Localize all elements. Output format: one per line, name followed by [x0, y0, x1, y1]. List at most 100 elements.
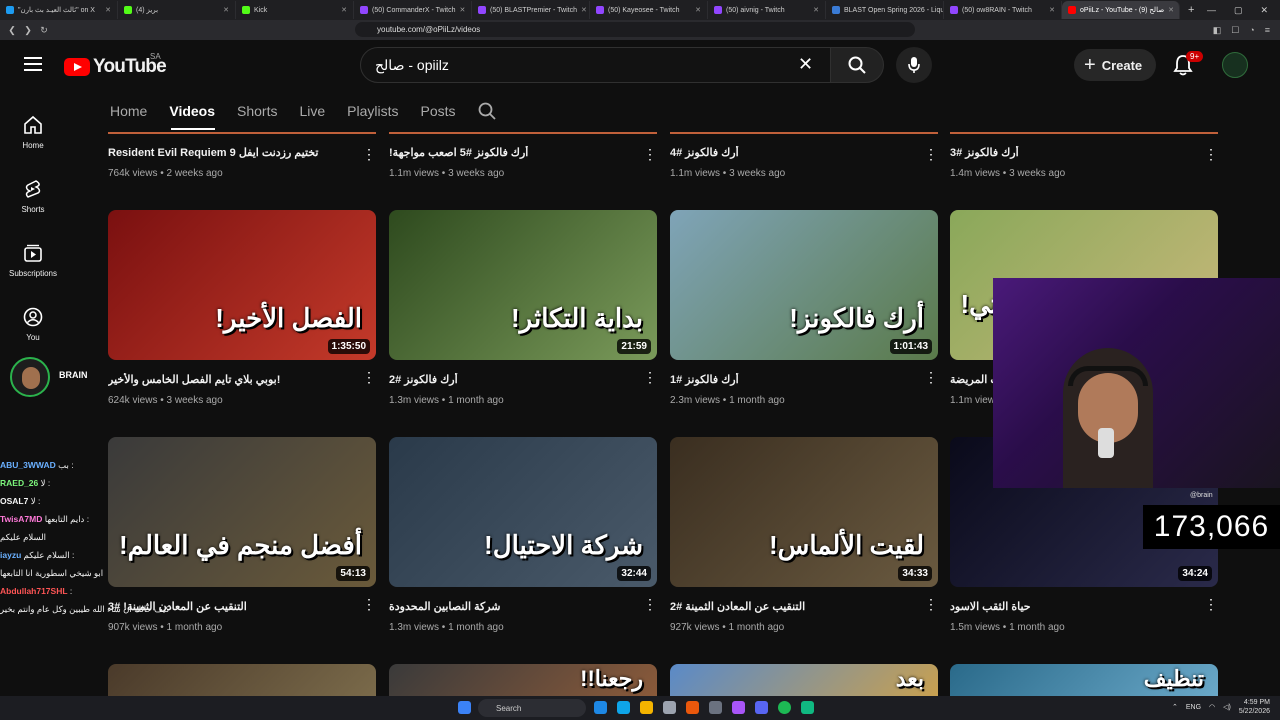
sidebar-item-shorts[interactable]: Shorts	[0, 164, 66, 228]
thumbnail-edge	[670, 132, 938, 134]
video-thumbnail[interactable]: شركة الاحتيال! 32:44	[389, 437, 657, 587]
reload-icon[interactable]: ↻	[36, 25, 52, 36]
maximize-icon[interactable]: ▢	[1234, 5, 1243, 16]
tab-shorts[interactable]: Shorts	[237, 103, 277, 119]
more-options-icon[interactable]: ⋮	[362, 147, 376, 161]
close-window-icon[interactable]: ✕	[1260, 5, 1268, 16]
language-indicator[interactable]: ENG	[1186, 704, 1201, 711]
tab-videos[interactable]: Videos	[169, 103, 215, 119]
search-button[interactable]	[830, 47, 884, 83]
browser-tab[interactable]: (50) ow8RAIN - Twitch ✕	[944, 1, 1062, 19]
file-explorer-icon[interactable]	[640, 701, 653, 714]
browser-tab[interactable]: (50) CommanderX - Twitch ✕	[354, 1, 472, 19]
extension-icon[interactable]: ◔	[1249, 25, 1254, 36]
app-icon[interactable]	[663, 701, 676, 714]
brave-icon[interactable]	[686, 701, 699, 714]
tab-close-icon[interactable]: ✕	[460, 6, 466, 14]
video-thumbnail[interactable]: أرك فالكونز! 1:01:43	[670, 210, 938, 360]
video-title[interactable]: بوبي بلاي تايم الفصل الخامس والأخير!	[108, 373, 348, 386]
video-title[interactable]: أرك فالكونز #3	[950, 146, 1190, 159]
menu-icon[interactable]: ≡	[1265, 25, 1270, 36]
video-title[interactable]: أرك فالكونز #4	[670, 146, 910, 159]
tab-posts[interactable]: Posts	[421, 103, 456, 119]
extension-icon[interactable]: ◧	[1213, 25, 1222, 36]
video-thumbnail[interactable]: تنظيف	[950, 664, 1218, 696]
forward-icon[interactable]: ❯	[20, 25, 36, 36]
tab-close-icon[interactable]: ✕	[581, 6, 587, 14]
tray-chevron-icon[interactable]: ⌃	[1172, 703, 1178, 711]
network-icon[interactable]: ◠	[1209, 703, 1215, 711]
video-title[interactable]: أرك فالكونز #1	[670, 373, 910, 386]
edge-icon[interactable]	[594, 701, 607, 714]
video-thumbnail[interactable]: بعد	[670, 664, 938, 696]
browser-tab[interactable]: oPiiLz - YouTube - صالح (9) ✕	[1062, 1, 1180, 19]
tab-live[interactable]: Live	[299, 103, 325, 119]
video-title[interactable]: Resident Evil Requiem تختيم رزدنت ايفل 9	[108, 146, 348, 159]
video-thumbnail[interactable]: بداية التكاثر! 21:59	[389, 210, 657, 360]
tab-close-icon[interactable]: ✕	[813, 6, 819, 14]
browser-tab[interactable]: BLAST Open Spring 2026 - Liquipedia✕	[826, 1, 944, 19]
more-options-icon[interactable]: ⋮	[924, 597, 938, 611]
account-avatar[interactable]	[1222, 52, 1248, 78]
video-thumbnail[interactable]: رجعنا!!	[389, 664, 657, 696]
browser-tab[interactable]: (4) بريز ✕	[118, 1, 236, 19]
app-icon[interactable]	[709, 701, 722, 714]
spotify-icon[interactable]	[778, 701, 791, 714]
more-options-icon[interactable]: ⋮	[1204, 597, 1218, 611]
more-options-icon[interactable]: ⋮	[643, 597, 657, 611]
more-options-icon[interactable]: ⋮	[643, 370, 657, 384]
video-title[interactable]: أرك فالكونز #2	[389, 373, 629, 386]
taskbar-search[interactable]: Search	[478, 699, 586, 717]
browser-tab[interactable]: "ثالث العيـد بث بارن" on X ✕	[0, 1, 118, 19]
tab-close-icon[interactable]: ✕	[1049, 6, 1055, 14]
sidebar-item-subscriptions[interactable]: Subscriptions	[0, 228, 66, 292]
windows-start-icon[interactable]	[458, 701, 471, 714]
sidebar-item-you[interactable]: You	[0, 292, 66, 356]
app-icon[interactable]	[801, 701, 814, 714]
tab-close-icon[interactable]: ✕	[1168, 6, 1174, 14]
more-options-icon[interactable]: ⋮	[362, 597, 376, 611]
tab-close-icon[interactable]: ✕	[223, 6, 229, 14]
more-options-icon[interactable]: ⋮	[1204, 147, 1218, 161]
clear-search-icon[interactable]: ✕	[798, 54, 813, 75]
video-title[interactable]: التنقيب عن المعادن الثمينة #2	[670, 600, 910, 613]
video-thumbnail[interactable]	[108, 664, 376, 696]
browser-tab[interactable]: Kick ✕	[236, 1, 354, 19]
tab-home[interactable]: Home	[110, 103, 147, 119]
video-thumbnail[interactable]: الفصل الأخير! 1:35:50	[108, 210, 376, 360]
sidebar-item-home[interactable]: Home	[0, 100, 66, 164]
video-title[interactable]: شركة النصابين المحدودة	[389, 600, 629, 613]
new-tab-button[interactable]: +	[1180, 4, 1202, 16]
video-thumbnail[interactable]: لقيت الألماس! 34:33	[670, 437, 938, 587]
more-options-icon[interactable]: ⋮	[924, 370, 938, 384]
tab-close-icon[interactable]: ✕	[105, 6, 111, 14]
minimize-icon[interactable]: —	[1207, 5, 1216, 16]
extension-icon[interactable]: ☐	[1231, 25, 1239, 36]
channel-search-icon[interactable]	[478, 102, 496, 120]
more-options-icon[interactable]: ⋮	[924, 147, 938, 161]
clock[interactable]: 4:59 PM 5/22/2026	[1239, 698, 1270, 716]
tab-close-icon[interactable]: ✕	[341, 6, 347, 14]
url-field[interactable]: youtube.com/@oPiiLz/videos	[355, 22, 915, 37]
more-options-icon[interactable]: ⋮	[362, 370, 376, 384]
browser-tab[interactable]: (50) aivnig - Twitch ✕	[708, 1, 826, 19]
app-icon[interactable]	[732, 701, 745, 714]
voice-search-button[interactable]	[896, 47, 932, 83]
more-options-icon[interactable]: ⋮	[643, 147, 657, 161]
video-title[interactable]: حياة الثقب الاسود	[950, 600, 1190, 613]
browser-tab[interactable]: (50) BLASTPremier - Twitch ✕	[472, 1, 590, 19]
video-thumbnail[interactable]: أفضل منجم في العالم! 54:13	[108, 437, 376, 587]
app-icon[interactable]	[617, 701, 630, 714]
video-title[interactable]: !أرك فالكونز #5 اصعب مواجهة	[389, 146, 629, 159]
volume-icon[interactable]: ◁)	[1223, 703, 1231, 711]
hamburger-menu-icon[interactable]	[24, 57, 42, 71]
tab-playlists[interactable]: Playlists	[347, 103, 398, 119]
discord-icon[interactable]	[755, 701, 768, 714]
browser-tab[interactable]: (50) Kayeosee - Twitch ✕	[590, 1, 708, 19]
upload-age: 3 weeks ago	[166, 395, 223, 406]
search-input[interactable]: صالح - opiilz	[360, 47, 840, 83]
tab-close-icon[interactable]: ✕	[695, 6, 701, 14]
back-icon[interactable]: ❮	[4, 25, 20, 36]
create-button[interactable]: + Create	[1074, 49, 1157, 81]
chat-overlay: ABU_3WWAD بب : RAED_26 لا : OSAL7 لا : Twis…	[0, 456, 170, 618]
